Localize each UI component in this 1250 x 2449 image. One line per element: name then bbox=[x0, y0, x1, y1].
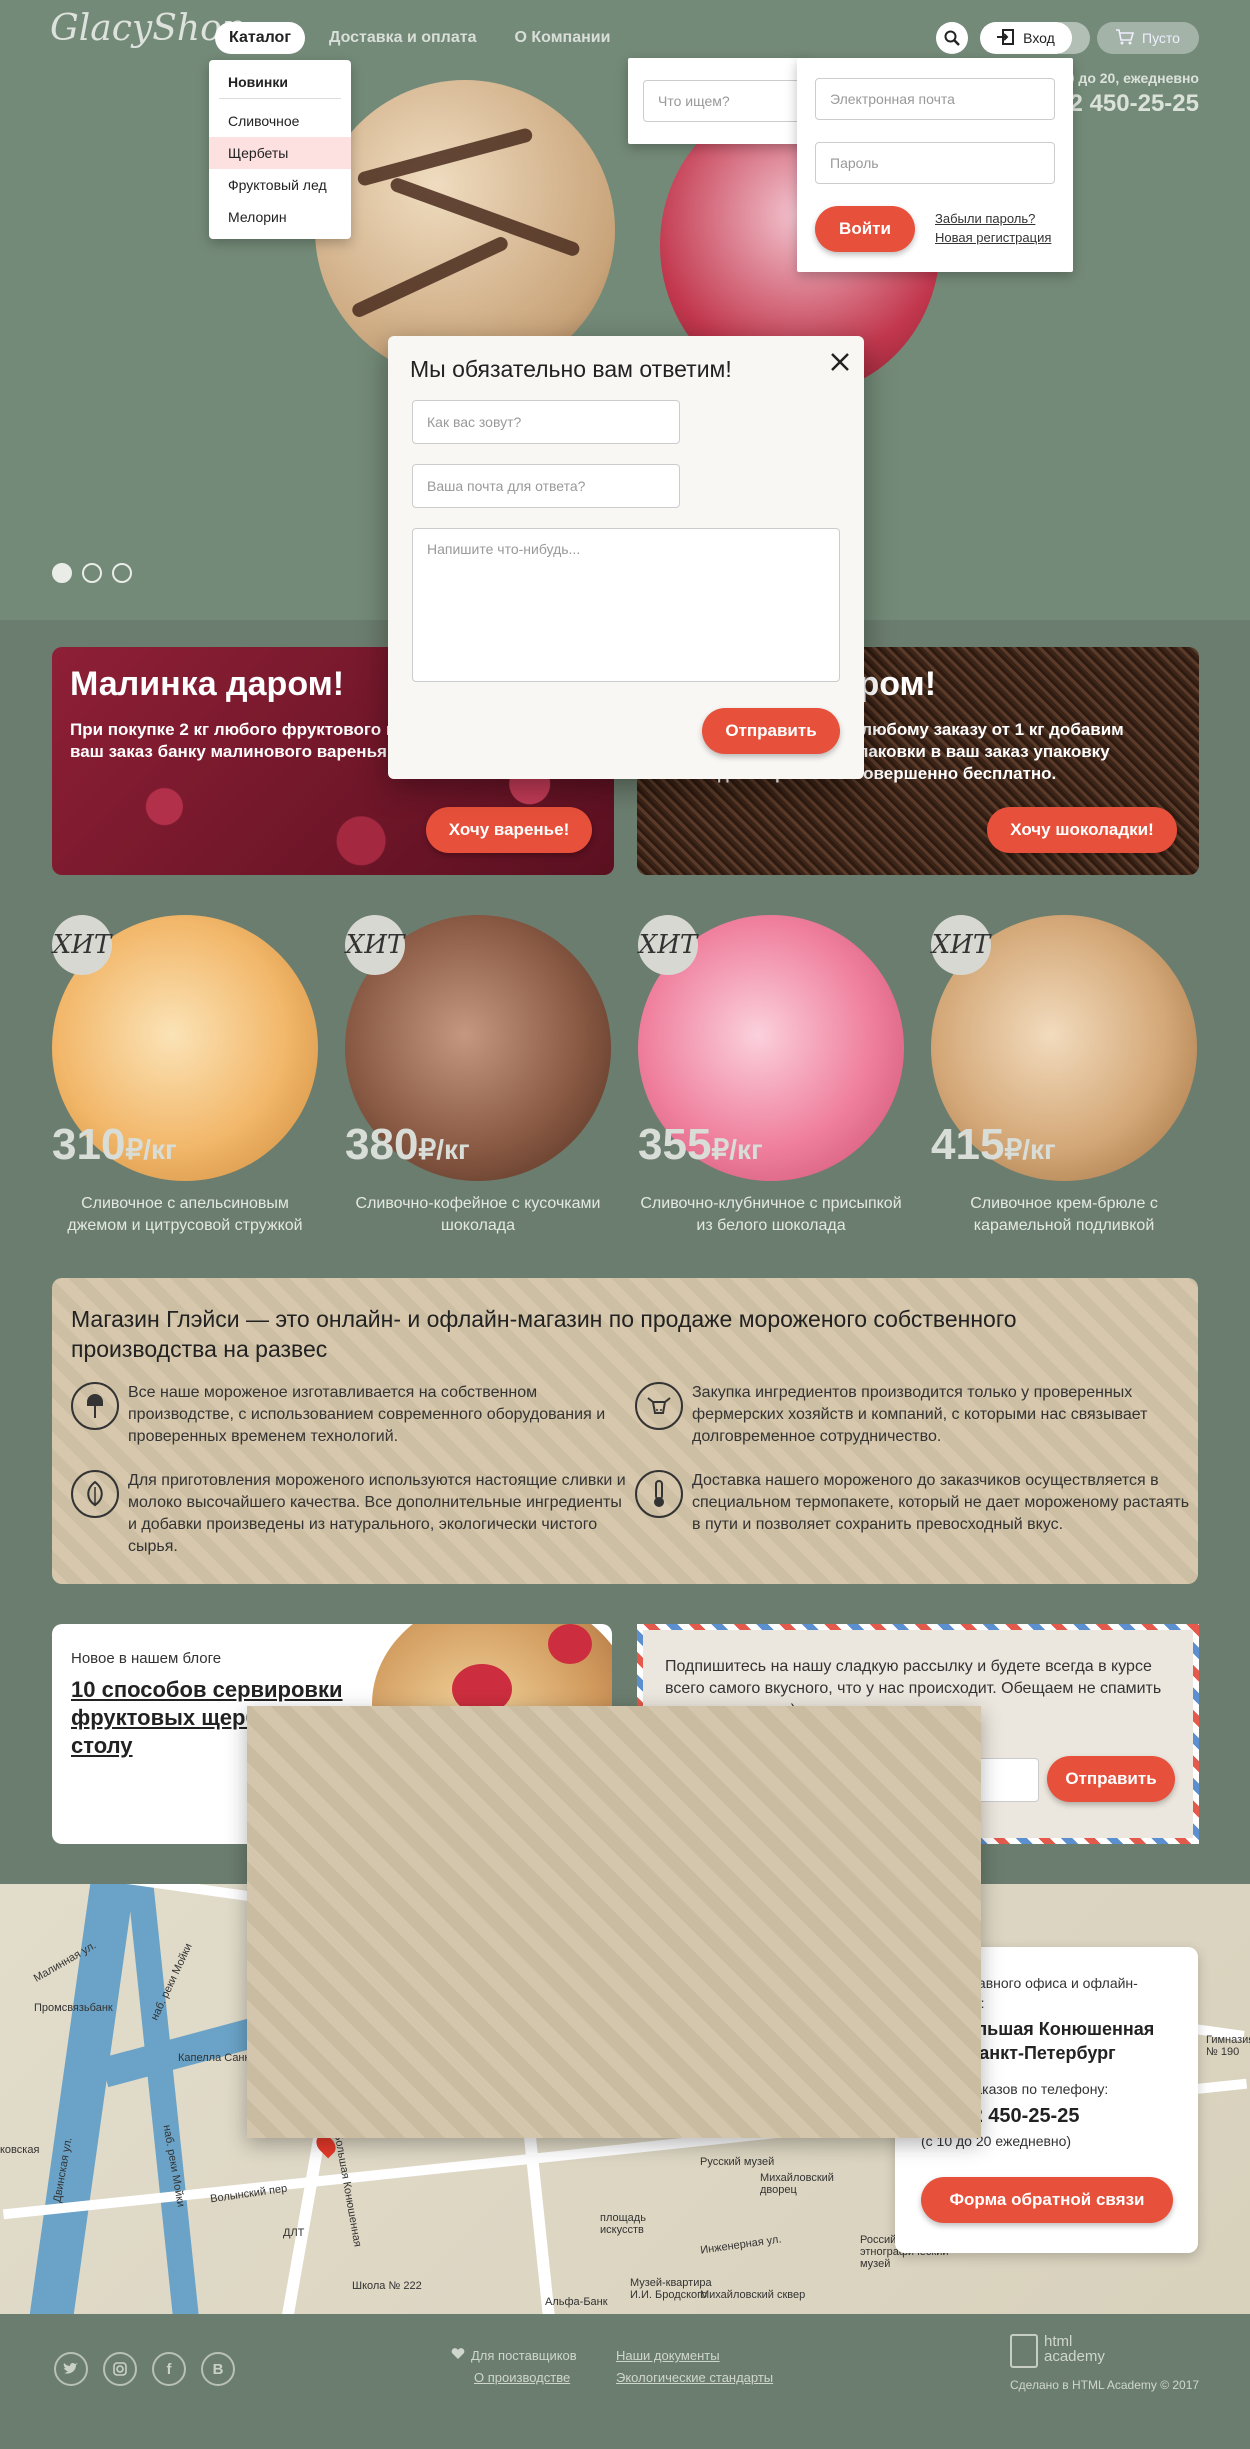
feedback-modal: Мы обязательно вам ответим! Как вас зову… bbox=[388, 336, 864, 779]
nav-delivery[interactable]: Доставка и оплата bbox=[315, 22, 491, 54]
documents-link[interactable]: Наши документы bbox=[616, 2348, 720, 2363]
about-section: Магазин Глэйси — это онлайн- и офлайн-ма… bbox=[52, 1278, 1198, 1584]
email-field[interactable]: Ваша почта для ответа? bbox=[412, 464, 680, 508]
feature-text: Все наше мороженое изготавливается на со… bbox=[128, 1384, 606, 1445]
product-card[interactable]: ХИТ 415₽/кг Сливочное крем-брюле с карам… bbox=[931, 915, 1197, 1237]
nav-about[interactable]: О Компании bbox=[500, 22, 624, 54]
product-card[interactable]: ХИТ 355₽/кг Сливочно-клубничное с присып… bbox=[638, 915, 904, 1237]
leaf-icon bbox=[71, 1470, 119, 1518]
forgot-password-link[interactable]: Забыли пароль? bbox=[935, 211, 1035, 226]
ice-cream-icon bbox=[71, 1382, 119, 1430]
product-description: Сливочное крем-брюле с карамельной подли… bbox=[970, 1195, 1158, 1234]
menu-item-new[interactable]: Новинки bbox=[219, 66, 341, 99]
slider-dot-3[interactable] bbox=[112, 563, 132, 583]
product-price: 355₽/кг bbox=[638, 1120, 763, 1169]
login-panel: Электронная почта Пароль Войти Забыли па… bbox=[797, 58, 1073, 272]
vk-icon[interactable]: В bbox=[201, 2352, 235, 2386]
cart-icon bbox=[1116, 28, 1135, 48]
hit-badge: ХИТ bbox=[52, 915, 112, 975]
login-button[interactable]: Вход bbox=[980, 22, 1072, 54]
heart-icon bbox=[451, 2348, 465, 2363]
name-field[interactable]: Как вас зовут? bbox=[412, 400, 680, 444]
blog-kicker: Новое в нашем блоге bbox=[71, 1650, 222, 1667]
feature-text: Закупка ингредиентов производится только… bbox=[692, 1384, 1148, 1445]
suppliers-label: Для поставщиков bbox=[471, 2348, 577, 2363]
nav-catalog[interactable]: Каталог bbox=[215, 22, 305, 54]
menu-item-melorin[interactable]: Мелорин bbox=[209, 201, 351, 233]
modal-title: Мы обязательно вам ответим! bbox=[410, 356, 732, 382]
search-panel: Что ищем? bbox=[628, 58, 808, 144]
promo-chocolate-button[interactable]: Хочу шоколадки! bbox=[987, 807, 1177, 853]
login-icon bbox=[997, 28, 1015, 48]
feature-item: Доставка нашего мороженого до заказчиков… bbox=[635, 1470, 1192, 1536]
promo-title: Малинка даром! bbox=[70, 665, 345, 703]
made-by-text: Сделано в HTML Academy © 2017 bbox=[1010, 2378, 1200, 2392]
feature-text: Для приготовления мороженого используютс… bbox=[128, 1472, 626, 1555]
facebook-icon[interactable]: f bbox=[152, 2352, 186, 2386]
html-academy-label[interactable]: html academy bbox=[1044, 2334, 1124, 2364]
hit-badge: ХИТ bbox=[345, 915, 405, 975]
hit-badge: ХИТ bbox=[638, 915, 698, 975]
suppliers-link[interactable]: Для поставщиков bbox=[451, 2348, 577, 2363]
message-field[interactable]: Напишите что-нибудь... bbox=[412, 528, 840, 682]
menu-item-creamy[interactable]: Сливочное bbox=[209, 105, 351, 137]
catalog-dropdown: Новинки Сливочное Щербеты Фруктовый лед … bbox=[209, 60, 351, 239]
waffle-overlay-panel bbox=[247, 1706, 981, 2138]
vanilla-scoop-image bbox=[315, 80, 615, 380]
about-title: Магазин Глэйси — это онлайн- и офлайн-ма… bbox=[71, 1306, 1017, 1362]
search-input[interactable]: Что ищем? bbox=[643, 80, 803, 122]
product-description: Сливочно-клубничное с присыпкой из белог… bbox=[640, 1195, 902, 1234]
register-link[interactable]: Новая регистрация bbox=[935, 230, 1051, 245]
subscribe-button[interactable]: Отправить bbox=[1047, 1756, 1175, 1802]
html-academy-logo-icon[interactable] bbox=[1010, 2334, 1038, 2368]
feedback-form-button[interactable]: Форма обратной связи bbox=[921, 2177, 1173, 2223]
promo-jam-button[interactable]: Хочу варенье! bbox=[426, 807, 592, 853]
product-price: 310₽/кг bbox=[52, 1120, 177, 1169]
instagram-icon[interactable] bbox=[103, 2352, 137, 2386]
thermometer-icon bbox=[635, 1470, 683, 1518]
hit-badge: ХИТ bbox=[931, 915, 991, 975]
feature-item: Закупка ингредиентов производится только… bbox=[635, 1382, 1192, 1448]
slider-dots bbox=[52, 563, 132, 583]
menu-item-fruit-ice[interactable]: Фруктовый лед bbox=[209, 169, 351, 201]
production-link[interactable]: О производстве bbox=[474, 2370, 570, 2385]
product-price: 415₽/кг bbox=[931, 1120, 1056, 1169]
cart-button[interactable]: Пусто bbox=[1097, 22, 1199, 54]
cow-icon bbox=[635, 1382, 683, 1430]
product-card[interactable]: ХИТ 380₽/кг Сливочно-кофейное с кусочкам… bbox=[345, 915, 611, 1237]
cart-label: Пусто bbox=[1142, 30, 1180, 46]
product-card[interactable]: ХИТ 310₽/кг Сливочное с апельсиновым дже… bbox=[52, 915, 318, 1237]
login-submit-button[interactable]: Войти bbox=[815, 206, 915, 252]
modal-submit-button[interactable]: Отправить bbox=[702, 708, 840, 754]
login-label: Вход bbox=[1023, 30, 1055, 46]
eco-standards-link[interactable]: Экологические стандарты bbox=[616, 2370, 773, 2385]
login-email-field[interactable]: Электронная почта bbox=[815, 78, 1055, 120]
strawberry-image bbox=[548, 1624, 592, 1664]
login-password-field[interactable]: Пароль bbox=[815, 142, 1055, 184]
logo[interactable]: GlacyShop bbox=[50, 8, 245, 68]
product-description: Сливочное с апельсиновым джемом и цитрус… bbox=[67, 1195, 303, 1234]
search-icon[interactable] bbox=[936, 22, 968, 54]
slider-dot-2[interactable] bbox=[82, 563, 102, 583]
product-price: 380₽/кг bbox=[345, 1120, 470, 1169]
feature-text: Доставка нашего мороженого до заказчиков… bbox=[692, 1472, 1190, 1533]
main-nav: Каталог Доставка и оплата О Компании bbox=[215, 22, 624, 54]
product-description: Сливочно-кофейное с кусочками шоколада bbox=[355, 1195, 601, 1234]
menu-item-sherbet[interactable]: Щербеты bbox=[209, 137, 351, 169]
twitter-icon[interactable] bbox=[54, 2352, 88, 2386]
feature-item: Все наше мороженое изготавливается на со… bbox=[71, 1382, 628, 1448]
slider-dot-1[interactable] bbox=[52, 563, 72, 583]
close-icon[interactable] bbox=[826, 348, 854, 376]
feature-item: Для приготовления мороженого используютс… bbox=[71, 1470, 628, 1558]
